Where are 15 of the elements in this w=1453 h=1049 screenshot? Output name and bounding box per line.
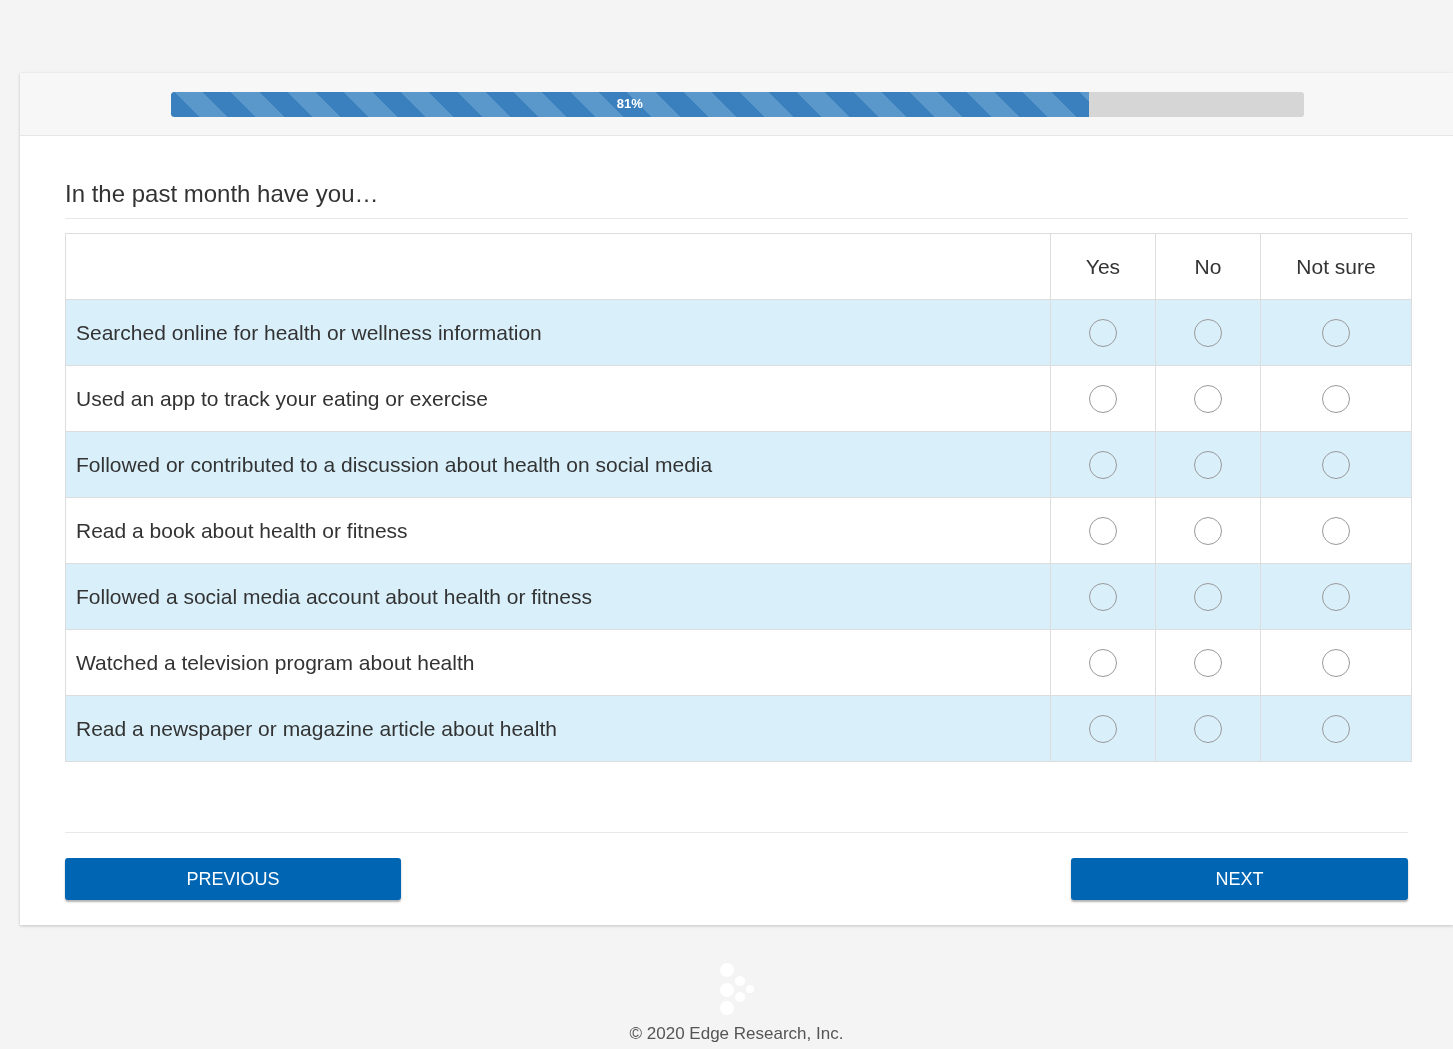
column-header: Yes xyxy=(1085,254,1121,278)
progress-label: 81% xyxy=(616,95,643,114)
column-header: Not sure xyxy=(1296,254,1376,278)
previous-button[interactable]: PREVIOUS xyxy=(65,858,401,900)
statement-label: Read a newspaper or magazine article about health xyxy=(76,716,557,740)
copyright-text: © 2020 Edge Research, Inc. xyxy=(629,1023,844,1045)
next-button[interactable]: NEXT xyxy=(1071,858,1408,900)
column-header: No xyxy=(1194,254,1222,278)
statement-label: Watched a television program about health xyxy=(76,650,475,674)
statement-label: Searched online for health or wellness information xyxy=(76,320,542,344)
statement-label: Followed or contributed to a discussion about health on social media xyxy=(76,452,713,476)
statement-label: Followed a social media account about health or fitness xyxy=(76,584,592,608)
statement-label: Used an app to track your eating or exercise xyxy=(76,386,489,410)
question-title: In the past month have you… xyxy=(65,176,1408,219)
statement-label: Read a book about health or fitness xyxy=(76,518,408,542)
